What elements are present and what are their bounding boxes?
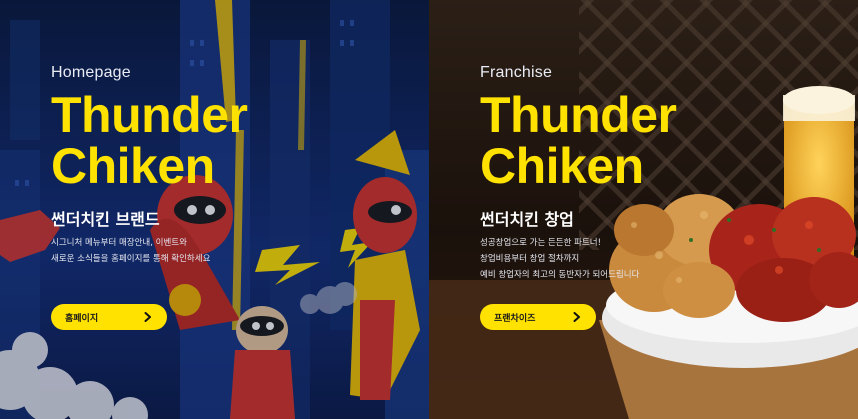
- section-kicker: Franchise: [480, 64, 553, 81]
- section-subtitle: 썬더치킨 브랜드: [51, 210, 160, 229]
- description-line: 창업비용부터 창업 절차까지: [480, 254, 580, 264]
- description-line: 예비 창업자의 최고의 동반자가 되어드립니다: [480, 270, 640, 280]
- homepage-panel: Homepage Thunder Chiken 썬더치킨 브랜드 시그니처 메뉴…: [0, 0, 429, 419]
- brand-split-banner: Homepage Thunder Chiken 썬더치킨 브랜드 시그니처 메뉴…: [0, 0, 858, 419]
- brand-title-line1: Thunder: [51, 87, 248, 143]
- brand-title-line2: Chiken: [51, 138, 215, 194]
- description-line: 시그니처 메뉴부터 매장안내, 이벤트와: [51, 238, 187, 248]
- homepage-button[interactable]: 홈페이지: [51, 304, 167, 330]
- section-description: 시그니처 메뉴부터 매장안내, 이벤트와 새로운 소식들을 홈페이지를 통해 확…: [51, 235, 210, 267]
- brand-title-line2: Chiken: [480, 138, 644, 194]
- franchise-panel: Franchise Thunder Chiken 썬더치킨 창업 성공창업으로 …: [429, 0, 858, 419]
- section-description: 성공창업으로 가는 든든한 파트너! 창업비용부터 창업 절차까지 예비 창업자…: [480, 235, 639, 283]
- description-line: 새로운 소식들을 홈페이지를 통해 확인하세요: [51, 254, 211, 264]
- brand-title-line1: Thunder: [480, 87, 677, 143]
- chevron-right-icon: [572, 312, 582, 322]
- homepage-button-label: 홈페이지: [65, 313, 99, 324]
- section-subtitle: 썬더치킨 창업: [480, 210, 574, 229]
- section-kicker: Homepage: [51, 64, 131, 81]
- homepage-content: Homepage Thunder Chiken 썬더치킨 브랜드 시그니처 메뉴…: [51, 0, 411, 419]
- franchise-button[interactable]: 프랜차이즈: [480, 304, 596, 330]
- chevron-right-icon: [143, 312, 153, 322]
- franchise-button-label: 프랜차이즈: [494, 313, 536, 324]
- franchise-content: Franchise Thunder Chiken 썬더치킨 창업 성공창업으로 …: [480, 0, 840, 419]
- brand-title: Thunder Chiken: [51, 87, 248, 194]
- brand-title: Thunder Chiken: [480, 87, 677, 194]
- description-line: 성공창업으로 가는 든든한 파트너!: [480, 238, 601, 248]
